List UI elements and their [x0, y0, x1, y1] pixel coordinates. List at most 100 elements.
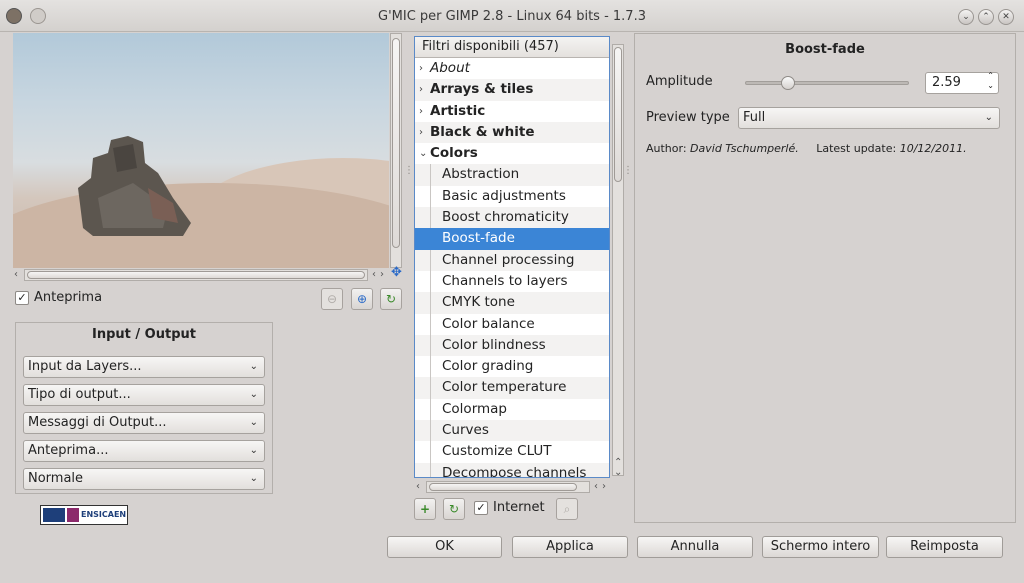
scroll-left-arrow[interactable]: ‹ [416, 482, 420, 492]
preview-type-combo[interactable]: Full ⌄ [738, 107, 1000, 129]
tree-guide-line [430, 441, 431, 463]
maximize-button[interactable]: ⌃ [978, 9, 994, 25]
filter-title: Boost-fade [785, 42, 865, 57]
filter-item-label: Channel processing [442, 251, 575, 268]
input-layers-combo[interactable]: Input da Layers... ⌄ [23, 356, 265, 378]
filter-item-label: Colormap [442, 400, 508, 417]
output-messages-value: Messaggi di Output... [28, 415, 167, 430]
chevron-right-icon[interactable]: › [419, 101, 423, 122]
tree-guide-line [430, 207, 431, 229]
filter-category[interactable]: › Arrays & tiles [415, 79, 609, 101]
filter-item[interactable]: Curves [415, 420, 609, 442]
scroll-right-arrow[interactable]: › [380, 270, 384, 280]
author-label: Author: [646, 142, 687, 155]
filter-item[interactable]: Color blindness [415, 334, 609, 357]
zoom-out-icon[interactable]: ⊖ [321, 288, 343, 310]
amplitude-slider-handle[interactable] [780, 76, 795, 90]
filter-item-label: Channels to layers [442, 272, 568, 289]
filter-item[interactable]: Basic adjustments [415, 185, 609, 208]
scroll-left-arrow[interactable]: ‹ [372, 270, 376, 280]
scroll-left-arrow[interactable]: ‹ [594, 482, 598, 492]
add-filter-icon[interactable]: + [414, 498, 436, 520]
filter-item-label: Customize CLUT [442, 443, 552, 460]
filter-item[interactable]: Boost-fade [415, 228, 609, 250]
minimize-button[interactable]: ⌄ [958, 9, 974, 25]
spin-arrows-icon[interactable]: ⌃ ⌄ [987, 71, 994, 91]
scrollbar-thumb[interactable] [429, 483, 577, 491]
amplitude-spinbox[interactable]: 2.59 ⌃ ⌄ [925, 71, 999, 94]
window-title: G'MIC per GIMP 2.8 - Linux 64 bits - 1.7… [378, 9, 646, 24]
filter-item[interactable]: Decompose channels [415, 462, 609, 477]
preview-image[interactable] [13, 33, 389, 268]
splitter-handle[interactable]: ⋮ [404, 165, 414, 176]
input-layers-value: Input da Layers... [28, 359, 142, 374]
filter-item[interactable]: Color temperature [415, 377, 609, 399]
filter-tree-header[interactable]: Filtri disponibili (457) [415, 37, 609, 58]
filter-category[interactable]: › Black & white [415, 121, 609, 144]
close-button[interactable]: ✕ [998, 9, 1014, 25]
filter-item-label: Abstraction [442, 166, 520, 183]
filter-tree[interactable]: Filtri disponibili (457) › About › Arrays &… [414, 36, 610, 478]
blend-mode-combo[interactable]: Normale ⌄ [23, 468, 265, 490]
fullscreen-button[interactable]: Schermo intero [762, 536, 879, 558]
refresh-filters-icon[interactable]: ↻ [443, 498, 465, 520]
tree-guide-line [430, 398, 431, 421]
filter-category[interactable]: › About [415, 58, 609, 79]
chevron-down-icon[interactable]: ⌄ [419, 143, 427, 164]
scrollbar-thumb[interactable] [27, 271, 365, 279]
filter-item[interactable]: Boost chromaticity [415, 207, 609, 229]
preview-type-value: Full [743, 110, 766, 125]
scrollbar-thumb[interactable] [392, 38, 400, 248]
amplitude-slider[interactable] [745, 81, 909, 85]
splitter-handle[interactable]: ⋮ [623, 165, 633, 176]
chevron-down-icon: ⌄ [249, 445, 258, 456]
filter-item[interactable]: Color grading [415, 356, 609, 378]
internet-checkbox-label: Internet [493, 500, 545, 515]
chevron-down-icon: ⌄ [249, 361, 258, 372]
filter-category[interactable]: › Artistic [415, 101, 609, 122]
chevron-down-icon: ⌄ [984, 112, 993, 123]
preview-mode-combo[interactable]: Anteprima... ⌄ [23, 440, 265, 462]
apply-button[interactable]: Applica [512, 536, 628, 558]
preview-checkbox[interactable]: ✓ [15, 291, 29, 305]
filter-item[interactable]: Color balance [415, 313, 609, 335]
filter-item-label: Curves [442, 422, 489, 439]
filter-item[interactable]: CMYK tone [415, 292, 609, 314]
filter-item-label: Artistic [430, 102, 486, 119]
search-icon[interactable]: ⌕ [556, 498, 578, 520]
filter-item[interactable]: Channels to layers [415, 270, 609, 293]
filter-tree-vertical-scrollbar[interactable] [612, 44, 624, 476]
cancel-button[interactable]: Annulla [637, 536, 753, 558]
ok-button[interactable]: OK [387, 536, 502, 558]
preview-checkbox-label: Anteprima [34, 290, 103, 305]
preview-vertical-scrollbar[interactable] [390, 33, 402, 268]
zoom-in-icon[interactable]: ⊕ [351, 288, 373, 310]
output-messages-combo[interactable]: Messaggi di Output... ⌄ [23, 412, 265, 434]
preview-horizontal-scrollbar[interactable] [24, 269, 368, 281]
tree-guide-line [430, 420, 431, 442]
filter-item[interactable]: Customize CLUT [415, 441, 609, 463]
filter-category[interactable]: ⌄ Colors [415, 143, 609, 164]
chevron-right-icon[interactable]: › [419, 58, 423, 79]
filter-item[interactable]: Colormap [415, 398, 609, 421]
chevron-right-icon[interactable]: › [419, 122, 423, 143]
scroll-left-arrow[interactable]: ‹ [14, 270, 18, 280]
filter-item-label: About [430, 60, 470, 76]
ruin-shape [78, 136, 191, 236]
refresh-icon[interactable]: ↻ [380, 288, 402, 310]
reset-button[interactable]: Reimposta [886, 536, 1003, 558]
internet-checkbox[interactable]: ✓ [474, 501, 488, 515]
filter-item[interactable]: Abstraction [415, 164, 609, 186]
author-info: Author: David Tschumperlé. Latest update… [646, 142, 967, 155]
scrollbar-thumb[interactable] [614, 47, 622, 182]
filter-item[interactable]: Channel processing [415, 249, 609, 271]
chevron-right-icon[interactable]: › [419, 79, 423, 100]
move-icon[interactable]: ✥ [391, 266, 402, 279]
output-type-combo[interactable]: Tipo di output... ⌄ [23, 384, 265, 406]
scroll-right-arrow[interactable]: › [602, 482, 606, 492]
tree-guide-line [430, 313, 431, 335]
scroll-down-arrow[interactable]: ⌄ [614, 468, 622, 478]
filter-tree-horizontal-scrollbar[interactable] [426, 481, 590, 493]
chevron-down-icon: ⌄ [249, 389, 258, 400]
ensicaen-logo[interactable]: ENSICAEN [40, 505, 128, 525]
